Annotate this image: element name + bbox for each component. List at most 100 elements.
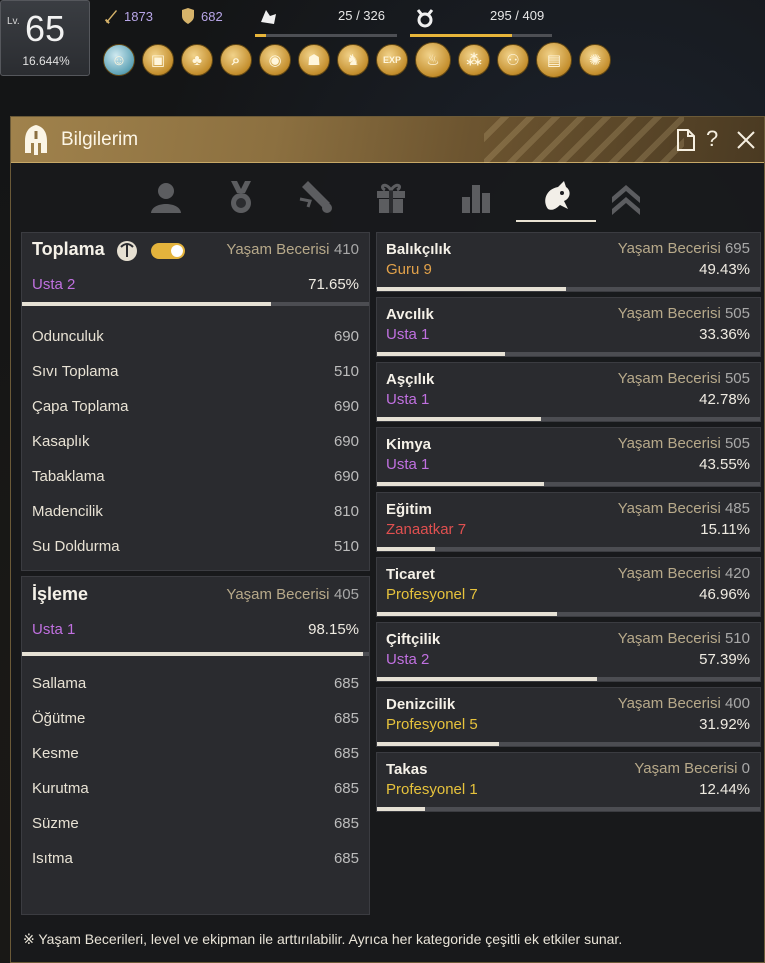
double-chevron-icon: [612, 185, 640, 215]
life-skill-label: Yaşam Becerisi: [617, 240, 721, 257]
life-skill-tab[interactable]: [516, 175, 596, 222]
life-skill-card[interactable]: Ticaret Yaşam Becerisi 420 Profesyonel 7 46…: [376, 557, 761, 617]
character-icon[interactable]: ♞: [337, 44, 369, 76]
palette-icon[interactable]: ◉: [259, 44, 291, 76]
map-icon[interactable]: ▤: [536, 42, 572, 78]
life-skill-progress: [377, 742, 760, 746]
life-skill-label: Yaşam Becerisi: [634, 760, 738, 777]
campfire-icon[interactable]: ♨: [415, 42, 451, 78]
life-skill-name: Denizcilik: [386, 696, 456, 713]
team-icon[interactable]: ⚇: [497, 44, 529, 76]
life-skill-level: Yaşam Becerisi 420: [618, 565, 750, 582]
gift-tab[interactable]: [366, 175, 416, 219]
skill-name: Odunculuk: [32, 328, 104, 345]
life-skill-name: Çiftçilik: [386, 631, 441, 648]
molecule-icon[interactable]: ⁂: [458, 44, 490, 76]
list-item: Süzme 685: [32, 806, 359, 841]
processing-list: Sallama 685 Öğütme 685 Kesme 685 Kurutma 685 Süz…: [32, 666, 359, 876]
list-item: Tabaklama 690: [32, 459, 359, 494]
life-skill-level: Yaşam Becerisi 505: [618, 370, 750, 387]
life-skill-progress: [377, 352, 760, 356]
list-item: Sıvı Toplama 510: [32, 354, 359, 389]
exp-label: EXP: [382, 55, 401, 65]
skill-name: Sallama: [32, 675, 87, 692]
skill-name: Kurutma: [32, 780, 89, 797]
life-skill-card[interactable]: Balıkçılık Yaşam Becerisi 695 Guru 9 49.43%: [376, 232, 761, 292]
stats-tab[interactable]: [451, 175, 501, 219]
life-skill-grade: Usta 1: [386, 456, 430, 473]
skill-name: Su Doldurma: [32, 538, 120, 555]
life-skill-grade: Profesyonel 7: [386, 586, 478, 603]
life-skill-name: Balıkçılık: [386, 241, 452, 258]
life-skill-card[interactable]: Aşçılık Yaşam Becerisi 505 Usta 1 42.78%: [376, 362, 761, 422]
life-skill-percent: 15.11%: [700, 521, 750, 538]
processing-skill-label: Yaşam Becerisi: [226, 586, 330, 603]
life-skill-card[interactable]: Kimya Yaşam Becerisi 505 Usta 1 43.55%: [376, 427, 761, 487]
life-skill-progress: [377, 547, 760, 551]
skill-name: Çapa Toplama: [32, 398, 129, 415]
life-skill-name: Aşçılık: [386, 371, 435, 388]
document-icon[interactable]: [676, 128, 696, 152]
life-skill-progress: [377, 807, 760, 811]
skill-value: 690: [333, 398, 359, 415]
life-skill-grade: Profesyonel 1: [386, 781, 478, 798]
list-item: Çapa Toplama 690: [32, 389, 359, 424]
life-skill-grade: Usta 1: [386, 326, 430, 343]
skill-value: 690: [333, 468, 359, 485]
list-item: Madencilik 810: [32, 494, 359, 529]
close-icon[interactable]: [735, 129, 757, 151]
medal-tab[interactable]: [216, 175, 266, 219]
tree-icon[interactable]: ♣: [181, 44, 213, 76]
life-skill-progress-fill: [377, 287, 567, 291]
life-skill-percent: 46.96%: [699, 586, 750, 603]
life-skill-card[interactable]: Eğitim Yaşam Becerisi 485 Zanaatkar 7 15.11…: [376, 492, 761, 552]
help-icon[interactable]: ?: [706, 126, 718, 152]
life-skill-value: 505: [724, 370, 750, 387]
life-skill-value: 510: [724, 630, 750, 647]
skill-value: 510: [333, 363, 359, 380]
inventory-value: 295 / 409: [490, 8, 545, 23]
life-skill-percent: 42.78%: [699, 391, 750, 408]
life-skill-name: Eğitim: [386, 501, 432, 518]
skill-value: 685: [333, 710, 359, 727]
gathering-card: Toplama Yaşam Becerisi 410 Usta 2 71.65%…: [21, 232, 370, 571]
life-skill-progress-fill: [377, 547, 435, 551]
rank-tab[interactable]: [601, 175, 651, 219]
scroll-icon: [299, 181, 332, 213]
life-skill-level: Yaşam Becerisi 400: [618, 695, 750, 712]
life-skill-label: Yaşam Becerisi: [617, 500, 721, 517]
header-decoration: [484, 117, 684, 163]
pet-icon[interactable]: ☺: [103, 44, 135, 76]
life-skill-name: Avcılık: [386, 306, 434, 323]
search-icon[interactable]: ⌕: [220, 44, 252, 76]
life-skill-card[interactable]: Çiftçilik Yaşam Becerisi 510 Usta 2 57.39%: [376, 622, 761, 682]
backpack-icon[interactable]: ▣: [142, 44, 174, 76]
level-percent: 16.644%: [22, 54, 70, 68]
life-skill-card[interactable]: Denizcilik Yaşam Becerisi 400 Profesyonel …: [376, 687, 761, 747]
life-skill-value: 0: [741, 760, 750, 777]
life-skill-card[interactable]: Takas Yaşam Becerisi 0 Profesyonel 1 12.44%: [376, 752, 761, 812]
skill-value: 690: [333, 433, 359, 450]
life-skill-value: 695: [724, 240, 750, 257]
life-skill-label: Yaşam Becerisi: [617, 305, 721, 322]
gift-icon: [377, 183, 405, 213]
life-skill-label: Yaşam Becerisi: [617, 370, 721, 387]
life-skill-progress-fill: [377, 352, 505, 356]
exp-icon[interactable]: EXP: [376, 44, 408, 76]
life-skill-value: 400: [724, 695, 750, 712]
gathering-toggle[interactable]: [151, 243, 185, 259]
bar-chart-icon: [462, 185, 490, 213]
panel-header[interactable]: Bilgilerim ?: [11, 117, 764, 163]
profile-tab[interactable]: [141, 175, 191, 219]
scroll-tab[interactable]: [291, 175, 341, 219]
life-skill-percent: 12.44%: [699, 781, 750, 798]
skill-value: 810: [333, 503, 359, 520]
gear-circle-icon[interactable]: ✺: [579, 44, 611, 76]
level-box: Lv. 65 16.644%: [0, 0, 90, 76]
book-icon[interactable]: ☗: [298, 44, 330, 76]
skill-name: Sıvı Toplama: [32, 363, 119, 380]
inventory-bar-fill: [410, 34, 513, 37]
processing-percent: 98.15%: [308, 621, 359, 638]
life-skill-label: Yaşam Becerisi: [617, 630, 721, 647]
life-skill-card[interactable]: Avcılık Yaşam Becerisi 505 Usta 1 33.36%: [376, 297, 761, 357]
